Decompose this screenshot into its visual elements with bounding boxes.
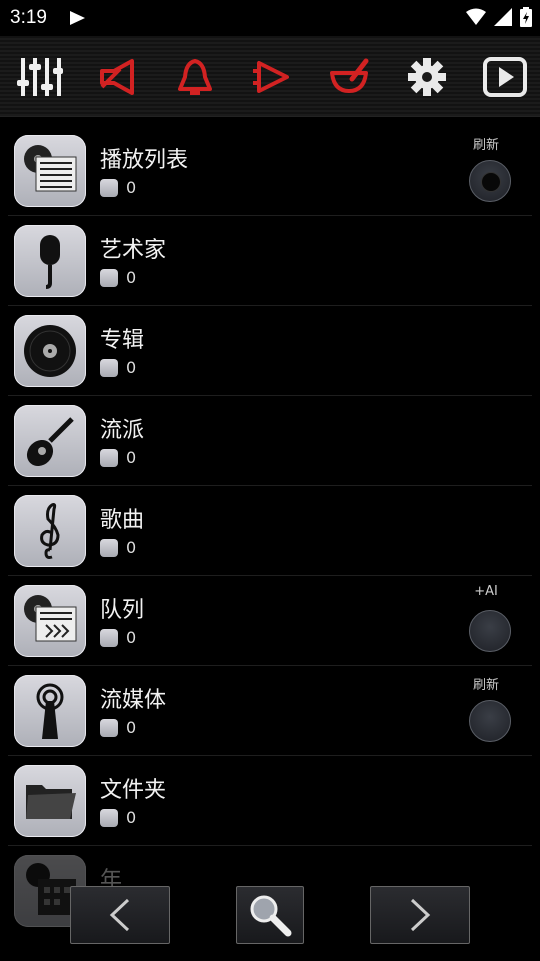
playlist-mini-icon — [100, 178, 118, 197]
list-item-artists[interactable]: 艺术家 0 — [0, 216, 540, 306]
chevron-right-icon — [410, 898, 431, 932]
status-bar: 3:19 — [0, 0, 540, 36]
list-item-playlists[interactable]: 播放列表 0 刷新 — [0, 126, 540, 216]
equalizer-icon — [17, 58, 63, 96]
list-item-title: 队列 — [100, 598, 145, 623]
system-icons — [466, 7, 532, 27]
status-time: 3:19 — [10, 7, 47, 28]
record-icon — [481, 172, 501, 192]
list-item-title: 文件夹 — [100, 778, 167, 803]
speaker-button[interactable] — [92, 52, 142, 102]
bell-icon — [178, 59, 212, 95]
list-item-title: 流派 — [100, 418, 145, 443]
next-button[interactable] — [370, 886, 470, 944]
list-item-title: 艺术家 — [100, 238, 167, 263]
list-item-count: 0 — [126, 538, 137, 557]
disc-icon — [24, 325, 76, 377]
microphone-icon — [40, 235, 60, 289]
treble-clef-icon — [40, 503, 60, 559]
album-tile — [14, 315, 86, 387]
list-item-title: 专辑 — [100, 328, 145, 353]
queue-mini-icon — [100, 628, 118, 647]
search-icon — [250, 895, 292, 937]
settings-icon — [408, 58, 446, 96]
disc-mini-icon — [100, 358, 118, 377]
list-item-count: 0 — [126, 448, 137, 467]
settings-button[interactable] — [402, 52, 452, 102]
top-toolbar — [0, 36, 540, 117]
list-item-count: 0 — [126, 178, 137, 197]
guitar-mini-icon — [100, 448, 118, 467]
song-tile — [14, 495, 86, 567]
add-all-label: +AI — [474, 584, 498, 599]
microphone-mini-icon — [100, 268, 118, 287]
refresh-button[interactable] — [469, 160, 511, 202]
wifi-icon — [466, 8, 486, 25]
folder-mini-icon — [100, 808, 118, 827]
playlist-tile — [14, 135, 86, 207]
mortar-icon — [330, 58, 369, 93]
refresh-button[interactable] — [469, 700, 511, 742]
list-item-folders[interactable]: 文件夹 0 — [0, 756, 540, 846]
mortar-button[interactable] — [324, 52, 374, 102]
list-item-genres[interactable]: 流派 0 — [0, 396, 540, 486]
list-item-count: 0 — [126, 808, 137, 827]
add-all-button[interactable] — [469, 610, 511, 652]
list-item-count: 0 — [126, 628, 137, 647]
folder-tile — [14, 765, 86, 837]
streaming-tile — [14, 675, 86, 747]
guitar-icon — [26, 417, 74, 467]
battery-icon — [520, 7, 532, 27]
refresh-label: 刷新 — [472, 678, 499, 693]
list-item-songs[interactable]: 歌曲 0 — [0, 486, 540, 576]
artist-tile — [14, 225, 86, 297]
list-item-count: 0 — [126, 268, 137, 287]
playlist-icon — [24, 145, 77, 192]
refresh-label: 刷新 — [472, 138, 499, 153]
bell-button[interactable] — [170, 52, 220, 102]
antenna-icon — [36, 683, 64, 739]
queue-icon — [24, 595, 77, 642]
list-item-title: 播放列表 — [100, 148, 189, 173]
clef-mini-icon — [100, 538, 118, 557]
now-playing-button[interactable] — [480, 52, 530, 102]
antenna-mini-icon — [100, 718, 118, 737]
list-item-title: 歌曲 — [100, 508, 145, 533]
previous-button[interactable] — [70, 886, 170, 944]
speaker-icon — [100, 59, 134, 95]
list-item-albums[interactable]: 专辑 0 — [0, 306, 540, 396]
equalizer-button[interactable] — [15, 52, 65, 102]
speaker-arrow-icon — [253, 61, 289, 93]
speaker-arrow-button[interactable] — [247, 52, 297, 102]
media-playing-icon — [70, 11, 85, 25]
list-item-queue[interactable]: 队列 0 +AI — [0, 576, 540, 666]
signal-icon — [494, 8, 512, 26]
list-item-streaming[interactable]: 流媒体 0 刷新 — [0, 666, 540, 756]
play-icon — [483, 57, 527, 97]
search-button[interactable] — [236, 886, 304, 944]
list-item-count: 0 — [126, 718, 137, 737]
queue-tile — [14, 585, 86, 657]
genre-tile — [14, 405, 86, 477]
bottom-nav — [0, 880, 540, 950]
list-item-count: 0 — [126, 358, 137, 377]
chevron-left-icon — [109, 898, 130, 932]
folder-icon — [26, 785, 76, 819]
list-item-title: 流媒体 — [100, 688, 167, 713]
